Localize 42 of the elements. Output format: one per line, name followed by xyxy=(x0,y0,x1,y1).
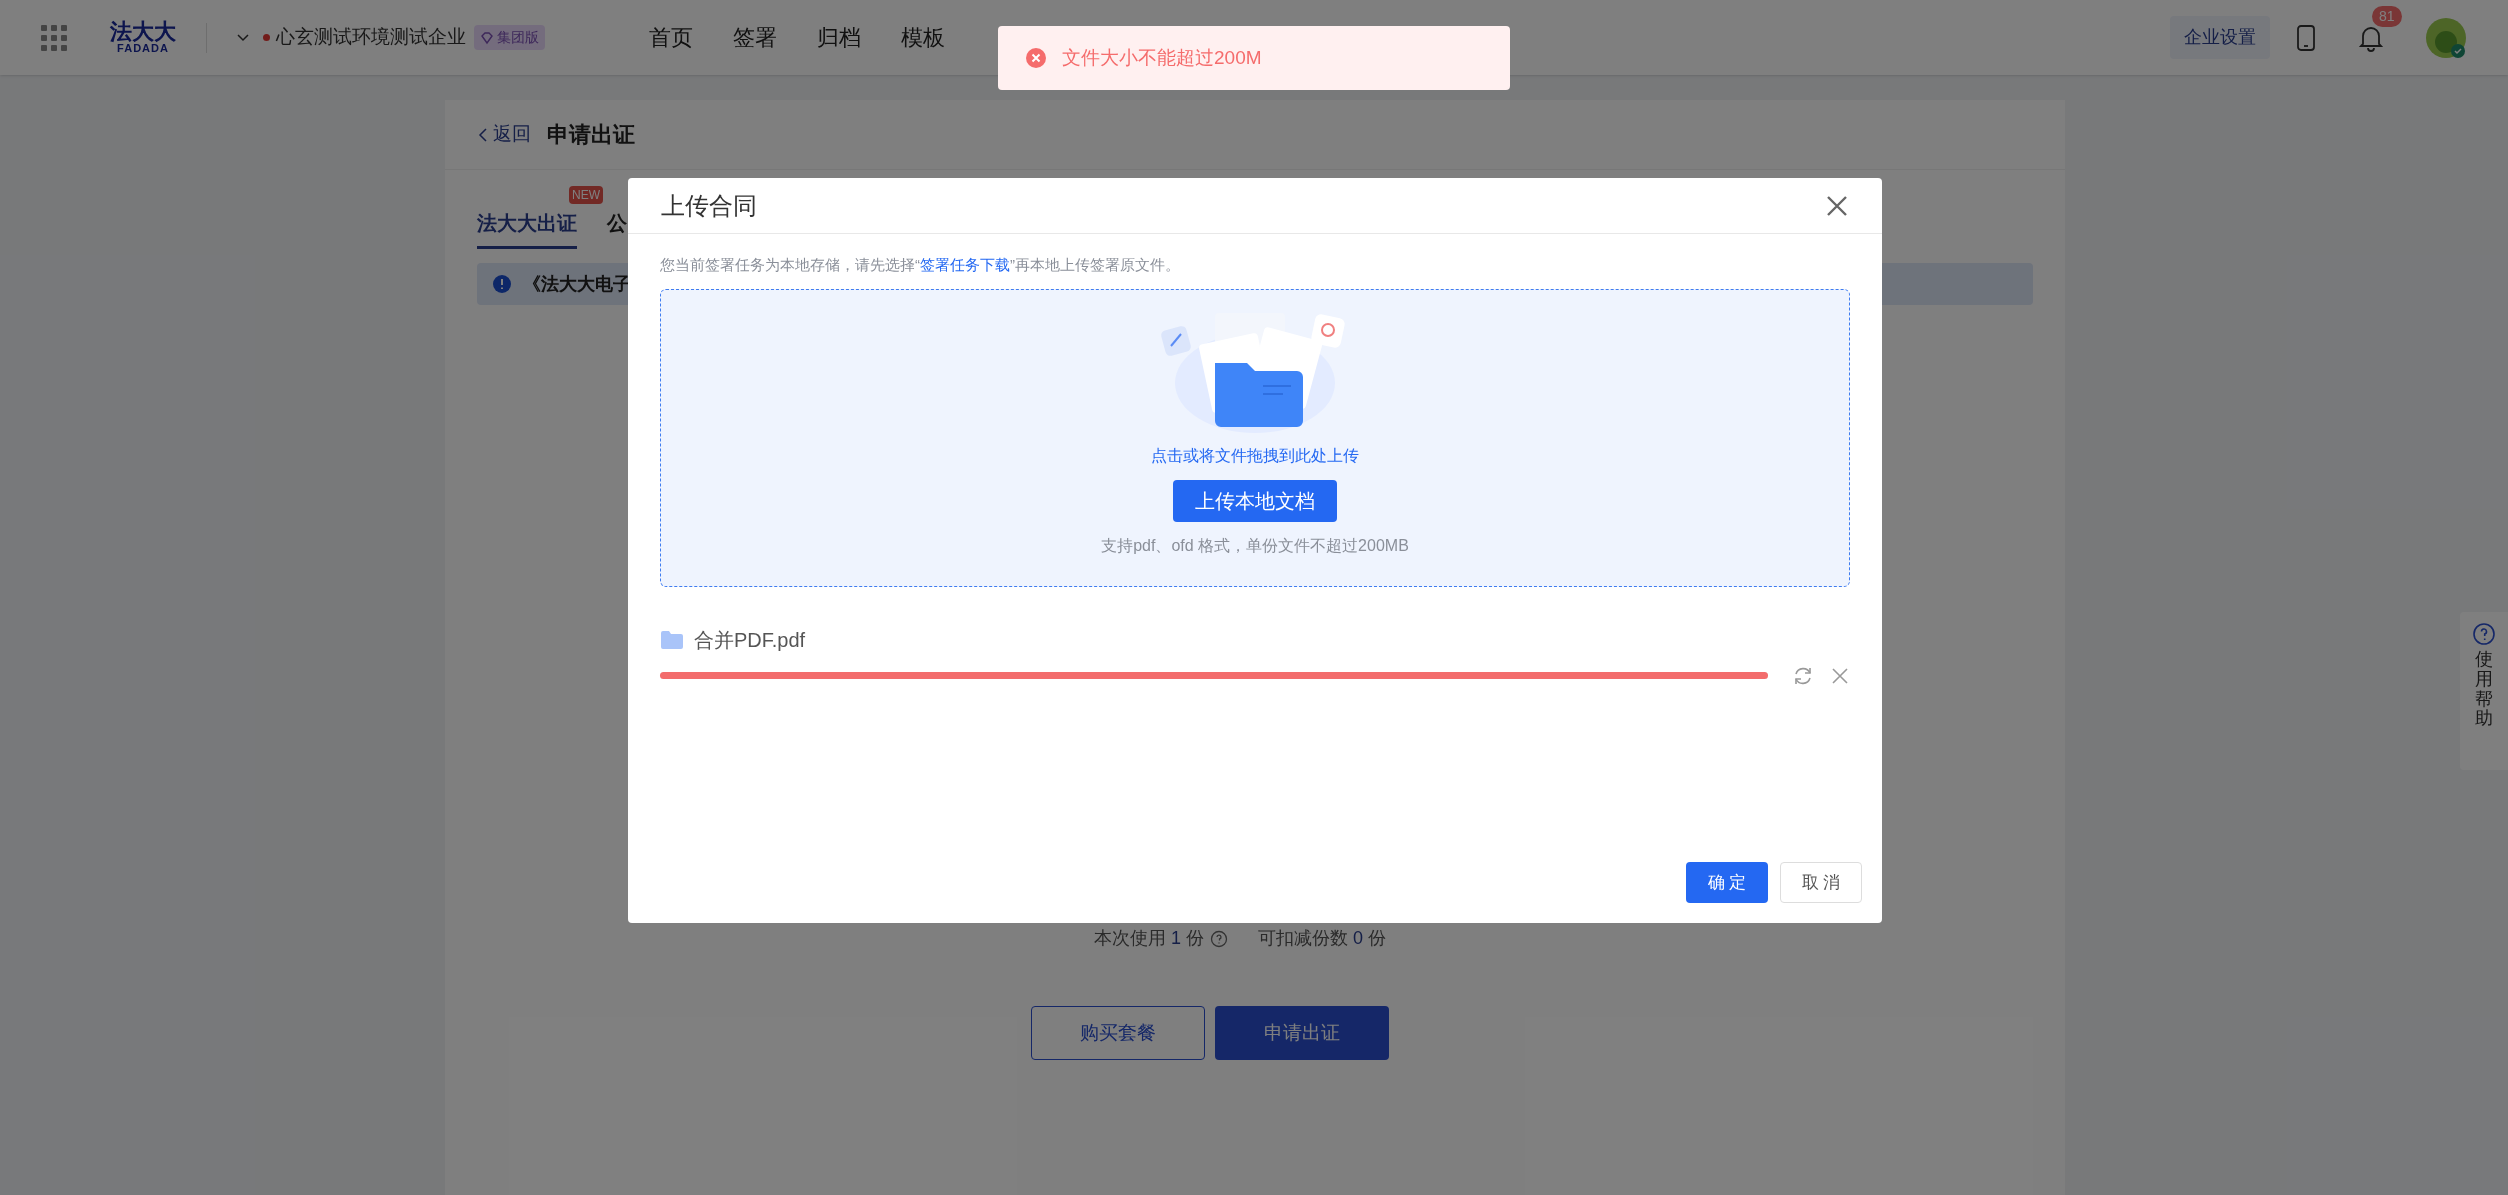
cancel-button[interactable]: 取 消 xyxy=(1780,862,1862,903)
buy-package-button[interactable]: 购买套餐 xyxy=(1031,1006,1205,1060)
nav-link[interactable]: 归档 xyxy=(817,21,861,54)
enterprise-settings-button[interactable]: 企业设置 xyxy=(2170,16,2270,59)
page-title: 申请出证 xyxy=(547,121,635,149)
tab[interactable]: 法大大出证 xyxy=(477,208,577,249)
toast-message: 文件大小不能超过200M xyxy=(1062,45,1262,70)
avatar[interactable] xyxy=(2424,15,2468,60)
help-icon[interactable] xyxy=(1210,929,1228,948)
dialog-title: 上传合同 xyxy=(661,190,757,221)
file-name: 合并PDF.pdf xyxy=(694,627,806,653)
remove-icon[interactable] xyxy=(1830,665,1850,686)
usage-text: 本次使用 1 份 xyxy=(1093,927,1204,950)
company-name[interactable]: 心玄测试环境测试企业 xyxy=(276,23,466,52)
close-icon[interactable] xyxy=(1825,193,1849,218)
diamond-icon xyxy=(480,30,494,45)
exclamation-icon xyxy=(493,275,511,293)
help-label: 使用帮助 xyxy=(2475,650,2493,730)
help-widget[interactable]: 使用帮助 xyxy=(2460,612,2508,770)
nav-link[interactable]: 首页 xyxy=(649,21,693,54)
nav-link[interactable]: 签署 xyxy=(733,21,777,54)
brand-logo[interactable]: 法大大 FADADA xyxy=(110,21,176,54)
upload-local-button[interactable]: 上传本地文档 xyxy=(1173,479,1337,522)
error-icon xyxy=(1026,48,1046,68)
tab[interactable]: 公 xyxy=(607,208,627,249)
apply-button[interactable]: 申请出证 xyxy=(1215,1006,1389,1060)
nav-link[interactable]: 模板 xyxy=(901,21,945,54)
chevron-left-icon xyxy=(477,126,489,143)
question-icon xyxy=(2472,622,2496,646)
notification-badge: 81 xyxy=(2372,5,2402,27)
confirm-button[interactable]: 确 定 xyxy=(1686,862,1768,903)
folder-icon xyxy=(660,629,684,650)
drop-prompt: 点击或将文件拖拽到此处上传 xyxy=(1151,445,1359,466)
new-badge: NEW xyxy=(569,186,603,204)
back-link[interactable]: 返回 xyxy=(477,120,531,149)
mobile-phone-icon[interactable] xyxy=(2296,23,2316,52)
format-note: 支持pdf、ofd 格式，单份文件不超过200MB xyxy=(1101,535,1409,556)
upload-hint: 您当前签署任务为本地存储，请先选择“签署任务下载”再本地上传签署原文件。 xyxy=(660,255,1181,275)
drop-zone[interactable]: 点击或将文件拖拽到此处上传 上传本地文档 支持pdf、ofd 格式，单份文件不超过200MB xyxy=(660,288,1850,587)
apps-grid-icon[interactable] xyxy=(40,23,68,52)
remaining-text: 可扣减份数 0 份 xyxy=(1258,927,1387,950)
edition-badge: 集团版 xyxy=(474,25,545,50)
